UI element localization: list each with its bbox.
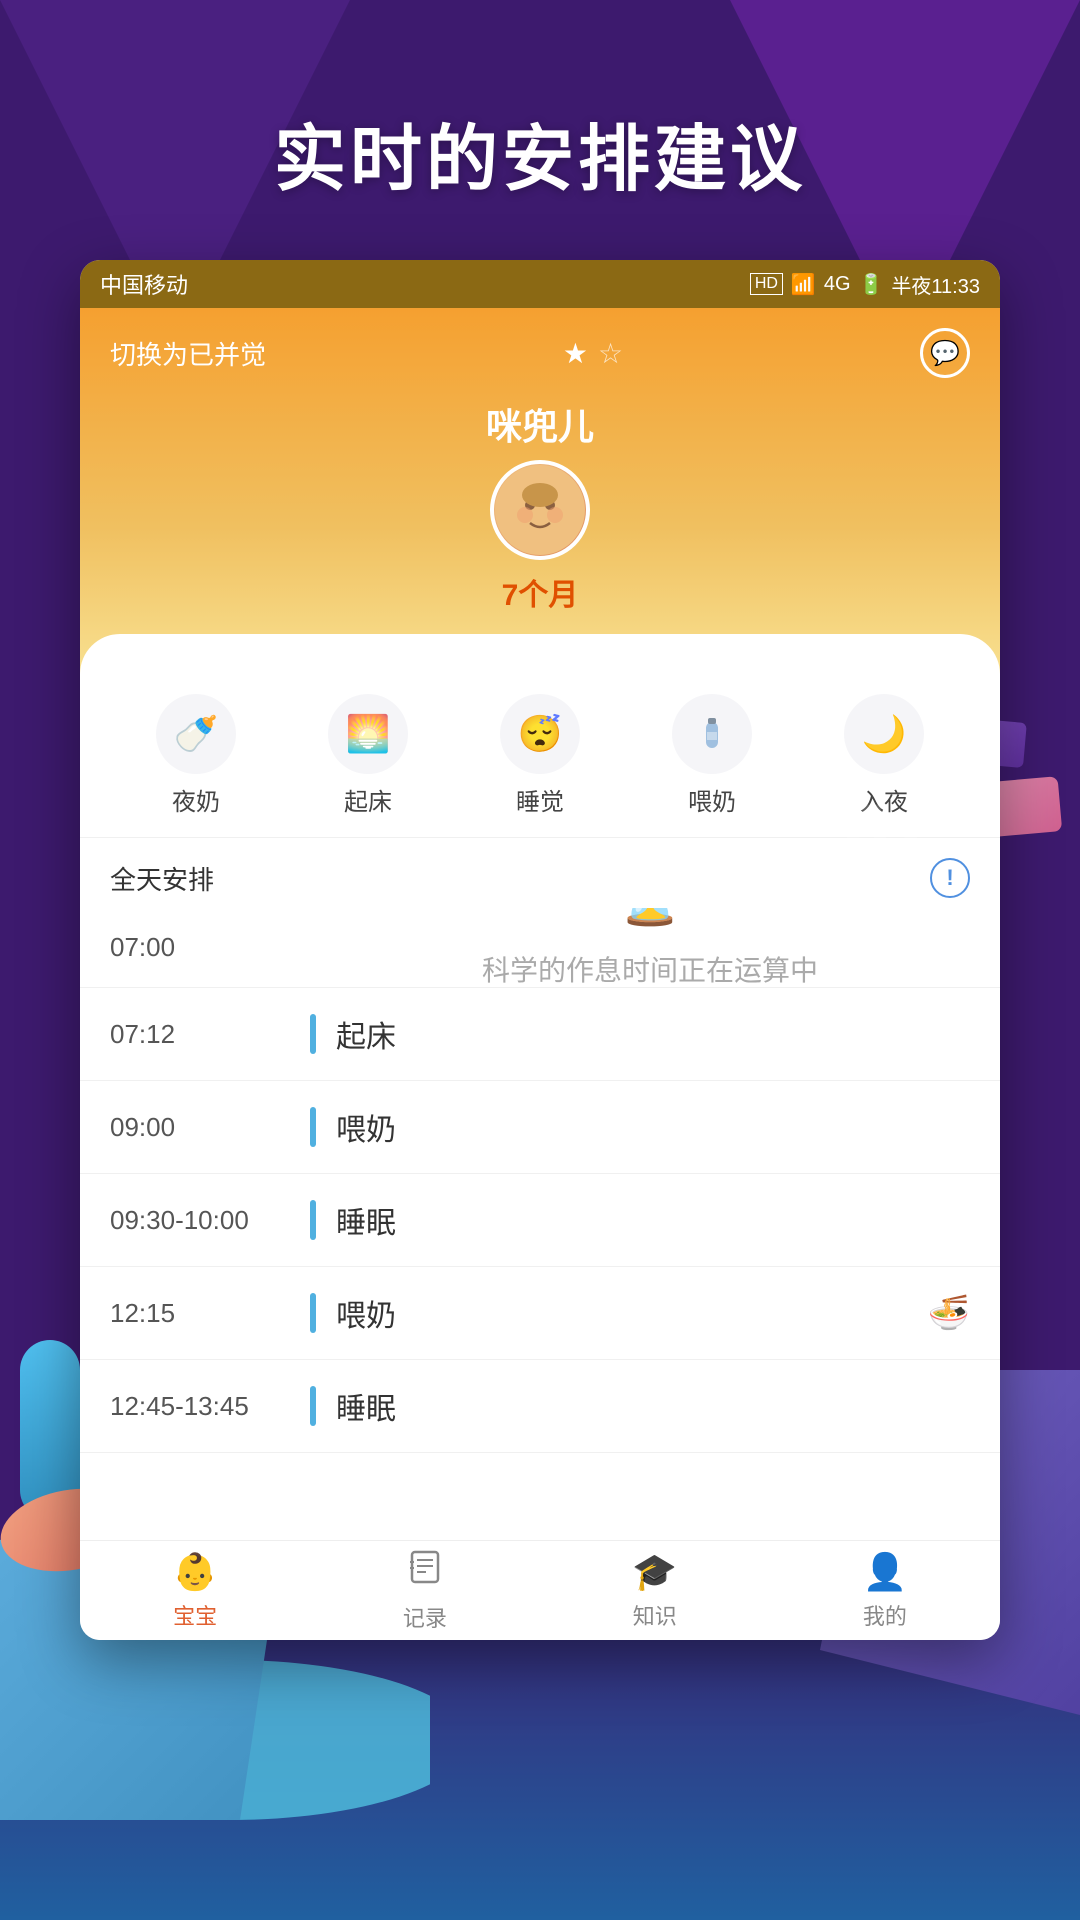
schedule-item-0712[interactable]: 07:12 起床 bbox=[80, 988, 1000, 1081]
bar-0930 bbox=[310, 1200, 316, 1240]
hourglass-icon: ⏳ bbox=[613, 908, 688, 929]
header-area: 切换为已并觉 ★ ☆ 💬 咪兜儿 bbox=[80, 308, 1000, 674]
sleep-icon: 😴 bbox=[500, 694, 580, 774]
nav-mine[interactable]: 👤 我的 bbox=[862, 1551, 907, 1631]
schedule-item-0900[interactable]: 09:00 喂奶 bbox=[80, 1081, 1000, 1174]
info-button[interactable]: ! bbox=[930, 858, 970, 898]
status-right: HD 📶 4G 🔋 半夜11:33 bbox=[750, 270, 980, 299]
time-0700: 07:00 bbox=[110, 932, 310, 963]
ai-badge: Ai bbox=[827, 764, 928, 911]
switch-button[interactable]: 切换为已并觉 bbox=[110, 335, 266, 372]
schedule-list: 07:00 ⏳ 科学的作息时间正在运算中请稍后... 07:12 起床 09:0… bbox=[80, 908, 1000, 1453]
time-0900: 09:00 bbox=[110, 1112, 310, 1143]
bowl-icon-1215: 🍜 bbox=[928, 1293, 970, 1333]
baby-nav-icon: 👶 bbox=[173, 1551, 218, 1593]
carrier-label: 中国移动 bbox=[100, 268, 188, 300]
bottle-svg bbox=[692, 714, 732, 754]
sleep-label: 睡觉 bbox=[516, 782, 564, 817]
loading-popup: ⏳ 科学的作息时间正在运算中请稍后... bbox=[300, 908, 1000, 988]
loading-text: 科学的作息时间正在运算中请稍后... bbox=[482, 949, 818, 988]
stars-area: ★ ☆ bbox=[563, 337, 623, 370]
hd-badge: HD bbox=[750, 273, 783, 295]
bar-0900 bbox=[310, 1107, 316, 1147]
avatar-container bbox=[110, 460, 970, 560]
schedule-item-0700[interactable]: 07:00 ⏳ 科学的作息时间正在运算中请稍后... bbox=[80, 908, 1000, 988]
phone-mockup: 中国移动 HD 📶 4G 🔋 半夜11:33 切换为已并觉 ★ ☆ 💬 咪兜儿 bbox=[80, 260, 1000, 1640]
nav-knowledge[interactable]: 🎓 知识 bbox=[632, 1551, 677, 1631]
action-wake-up[interactable]: 🌅 起床 bbox=[328, 694, 408, 817]
feed-label: 喂奶 bbox=[688, 782, 736, 817]
event-0930: 睡眠 bbox=[336, 1198, 396, 1242]
feed-icon bbox=[672, 694, 752, 774]
time-0712: 07:12 bbox=[110, 1019, 310, 1050]
baby-name: 咪兜儿 bbox=[110, 398, 970, 450]
records-nav-icon bbox=[406, 1548, 444, 1595]
avatar-image bbox=[495, 465, 585, 555]
star-1[interactable]: ★ bbox=[563, 337, 588, 370]
night-milk-label: 夜奶 bbox=[172, 782, 220, 817]
event-1215: 喂奶 bbox=[336, 1291, 396, 1335]
bottom-nav: 👶 宝宝 记录 🎓 知识 👤 我的 bbox=[80, 1540, 1000, 1640]
schedule-title: 全天安排 bbox=[110, 860, 214, 897]
action-night-milk[interactable]: 🍼 夜奶 bbox=[156, 694, 236, 817]
bar-1215 bbox=[310, 1293, 316, 1333]
mine-nav-icon: 👤 bbox=[862, 1551, 907, 1593]
bar-0712 bbox=[310, 1014, 316, 1054]
time-0930: 09:30-10:00 bbox=[110, 1205, 310, 1236]
battery-icon: 🔋 bbox=[859, 272, 884, 297]
event-1245: 睡眠 bbox=[336, 1384, 396, 1428]
header-top: 切换为已并觉 ★ ☆ 💬 bbox=[110, 328, 970, 378]
night-milk-icon: 🍼 bbox=[156, 694, 236, 774]
records-nav-label: 记录 bbox=[403, 1601, 447, 1633]
mine-nav-label: 我的 bbox=[863, 1599, 907, 1631]
night-icon: 🌙 bbox=[844, 694, 924, 774]
event-0900: 喂奶 bbox=[336, 1105, 396, 1149]
knowledge-nav-label: 知识 bbox=[633, 1599, 677, 1631]
star-2[interactable]: ☆ bbox=[598, 337, 623, 370]
knowledge-nav-icon: 🎓 bbox=[632, 1551, 677, 1593]
schedule-item-0930[interactable]: 09:30-10:00 睡眠 bbox=[80, 1174, 1000, 1267]
time-1215: 12:15 bbox=[110, 1298, 310, 1329]
ai-text: Ai bbox=[833, 786, 923, 889]
time-label: 半夜11:33 bbox=[891, 270, 980, 299]
nav-records[interactable]: 记录 bbox=[403, 1548, 447, 1633]
bar-1245 bbox=[310, 1386, 316, 1426]
status-bar: 中国移动 HD 📶 4G 🔋 半夜11:33 bbox=[80, 260, 1000, 308]
main-title: 实时的安排建议 bbox=[0, 100, 1080, 205]
chat-button[interactable]: 💬 bbox=[920, 328, 970, 378]
chat-icon: 💬 bbox=[930, 339, 960, 368]
action-feed[interactable]: 喂奶 bbox=[672, 694, 752, 817]
signal-label: 4G bbox=[824, 273, 851, 296]
nav-baby[interactable]: 👶 宝宝 bbox=[173, 1551, 218, 1631]
wake-up-icon: 🌅 bbox=[328, 694, 408, 774]
time-1245: 12:45-13:45 bbox=[110, 1391, 310, 1422]
wifi-icon: 📶 bbox=[791, 272, 816, 297]
schedule-item-1245[interactable]: 12:45-13:45 睡眠 bbox=[80, 1360, 1000, 1453]
schedule-item-1215[interactable]: 12:15 喂奶 🍜 bbox=[80, 1267, 1000, 1360]
action-sleep[interactable]: 😴 睡觉 bbox=[500, 694, 580, 817]
event-0712: 起床 bbox=[336, 1012, 396, 1056]
wake-up-label: 起床 bbox=[344, 782, 392, 817]
baby-avatar[interactable] bbox=[490, 460, 590, 560]
records-svg bbox=[406, 1548, 444, 1586]
header-curve bbox=[80, 634, 1000, 674]
baby-age: 7个月 bbox=[110, 570, 970, 614]
baby-nav-label: 宝宝 bbox=[173, 1599, 217, 1631]
